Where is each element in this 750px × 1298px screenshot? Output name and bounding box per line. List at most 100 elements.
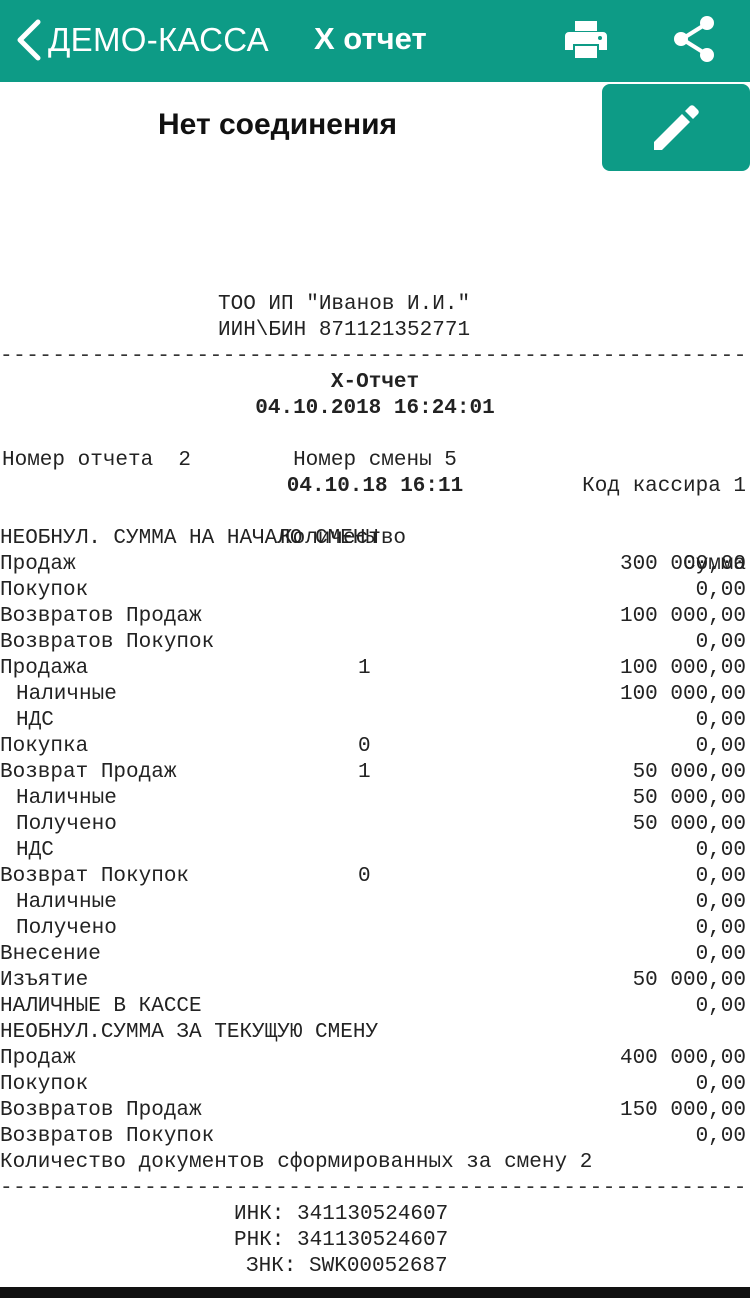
- pencil-icon: [654, 104, 699, 150]
- row-amount: 400 000,00: [619, 1047, 746, 1070]
- row-amount: 0,00: [695, 995, 746, 1018]
- row-label: Получено: [16, 813, 117, 836]
- inn-line: ИИН\БИН 871121352771: [218, 319, 471, 342]
- row-amount: 300 000,00: [619, 553, 746, 576]
- section-title: НЕОБНУЛ.СУММА ЗА ТЕКУЩУЮ СМЕНУ: [0, 1021, 379, 1044]
- receipt-row: Продаж 400 000,00: [0, 1046, 750, 1072]
- row-label: Покупок: [0, 1073, 89, 1096]
- printer-icon: [565, 21, 607, 58]
- row-amount: 0,00: [695, 891, 746, 914]
- row-amount: 0,00: [695, 865, 746, 888]
- row-amount: 100 000,00: [619, 683, 746, 706]
- print-button[interactable]: [562, 16, 610, 64]
- row-amount: 0,00: [695, 839, 746, 862]
- row-amount: 50 000,00: [632, 813, 746, 836]
- row-amount: 0,00: [695, 735, 746, 758]
- row-label: Возвратов Продаж: [0, 1099, 202, 1122]
- receipt-row: Возвратов Покупок 0,00: [0, 630, 750, 656]
- row-quantity: 0: [358, 865, 371, 888]
- receipt-row: Наличные 50 000,00: [0, 786, 750, 812]
- row-label: Возвратов Покупок: [0, 631, 215, 654]
- receipt-row: Продаж 300 000,00: [0, 552, 750, 578]
- row-quantity: 1: [358, 761, 371, 784]
- back-label: ДЕМО-КАССА: [48, 21, 269, 58]
- receipt-row: Покупок 0,00: [0, 578, 750, 604]
- report-title: X-Отчет: [330, 371, 420, 394]
- bottom-edge: [0, 1287, 750, 1298]
- znk-line: ЗНК: SWK00052687: [246, 1255, 448, 1278]
- receipt-row: Наличные 0,00: [0, 890, 750, 916]
- row-amount: 0,00: [695, 631, 746, 654]
- share-icon: [674, 16, 714, 62]
- row-quantity: 0: [358, 735, 371, 758]
- row-label: Покупок: [0, 579, 89, 602]
- row-label: Получено: [16, 917, 117, 940]
- row-label: НАЛИЧНЫЕ В КАССЕ: [0, 995, 202, 1018]
- receipt-row: НАЛИЧНЫЕ В КАССЕ 0,00: [0, 994, 750, 1020]
- row-amount: 50 000,00: [632, 969, 746, 992]
- section-title: НЕОБНУЛ. СУММА НА НАЧАЛО СМЕНЫ: [0, 527, 379, 550]
- receipt-row: Получено 50 000,00: [0, 812, 750, 838]
- row-amount: 100 000,00: [619, 657, 746, 680]
- row-label: Продажа: [0, 657, 89, 680]
- receipt-row: Покупок 0,00: [0, 1072, 750, 1098]
- receipt-row: Возвратов Продаж 150 000,00: [0, 1098, 750, 1124]
- row-label: Покупка: [0, 735, 89, 758]
- row-amount: 0,00: [695, 579, 746, 602]
- rnk-line: РНК: 341130524607: [234, 1229, 449, 1252]
- connection-status: Нет соединения: [158, 108, 398, 141]
- report-number-row: Номер отчета 2 Код кассира 1: [0, 422, 750, 498]
- row-label: Возврат Покупок: [0, 865, 190, 888]
- row-amount: 100 000,00: [619, 605, 746, 628]
- row-amount: 50 000,00: [632, 787, 746, 810]
- receipt-row: Продажа 1 100 000,00: [0, 656, 750, 682]
- receipt-row: Возврат Продаж 1 50 000,00: [0, 760, 750, 786]
- row-label: Изъятие: [0, 969, 89, 992]
- row-amount: 0,00: [695, 709, 746, 732]
- row-amount: 0,00: [695, 1125, 746, 1148]
- row-label: НДС: [16, 839, 54, 862]
- receipt-row: НДС 0,00: [0, 838, 750, 864]
- receipt-rows: Продаж 300 000,00 Покупок 0,00 Возвратов Про…: [0, 552, 750, 1020]
- separator-line: ----------------------------------------…: [0, 1177, 750, 1200]
- row-label: Возврат Продаж: [0, 761, 177, 784]
- row-label: Возвратов Продаж: [0, 605, 202, 628]
- shift-number: Номер смены 5: [293, 449, 457, 472]
- row-label: Продаж: [0, 1047, 76, 1070]
- report-datetime: 04.10.2018 16:24:01: [255, 397, 495, 420]
- receipt-row: Получено 0,00: [0, 916, 750, 942]
- receipt-row: Наличные 100 000,00: [0, 682, 750, 708]
- row-quantity: 1: [358, 657, 371, 680]
- page-title: X отчет: [314, 21, 427, 56]
- separator-line: ----------------------------------------…: [0, 345, 750, 368]
- back-button[interactable]: ДЕМО-КАССА: [14, 14, 269, 66]
- row-label: НДС: [16, 709, 54, 732]
- row-label: Наличные: [16, 891, 117, 914]
- receipt-row: Покупка 0 0,00: [0, 734, 750, 760]
- receipt-row: Возврат Покупок 0 0,00: [0, 864, 750, 890]
- x-report-receipt: ТОО ИП "Иванов И.И." ИИН\БИН 87112135277…: [0, 292, 750, 1280]
- row-label: Продаж: [0, 553, 76, 576]
- row-amount: 50 000,00: [632, 761, 746, 784]
- row-label: Наличные: [16, 787, 117, 810]
- share-button[interactable]: [670, 14, 718, 64]
- inc-line: ИНК: 341130524607: [234, 1203, 449, 1226]
- receipt-row: Изъятие 50 000,00: [0, 968, 750, 994]
- docs-count-line: Количество документов сформированных за …: [0, 1151, 593, 1174]
- receipt-row: НДС 0,00: [0, 708, 750, 734]
- shift-datetime: 04.10.18 16:11: [286, 475, 464, 498]
- row-label: Наличные: [16, 683, 117, 706]
- edit-button[interactable]: [602, 84, 750, 171]
- row-label: Внесение: [0, 943, 101, 966]
- row-amount: 0,00: [695, 943, 746, 966]
- row-amount: 150 000,00: [619, 1099, 746, 1122]
- receipt-row: Внесение 0,00: [0, 942, 750, 968]
- top-navigation-bar: ДЕМО-КАССА X отчет: [0, 0, 750, 82]
- row-amount: 0,00: [695, 1073, 746, 1096]
- row-amount: 0,00: [695, 917, 746, 940]
- receipt-row: Возвратов Покупок 0,00: [0, 1124, 750, 1150]
- chevron-left-icon: [17, 19, 41, 61]
- receipt-row: Возвратов Продаж 100 000,00: [0, 604, 750, 630]
- org-name: ТОО ИП "Иванов И.И.": [218, 293, 471, 316]
- receipt-rows: Продаж 400 000,00 Покупок 0,00 Возвратов Про…: [0, 1046, 750, 1150]
